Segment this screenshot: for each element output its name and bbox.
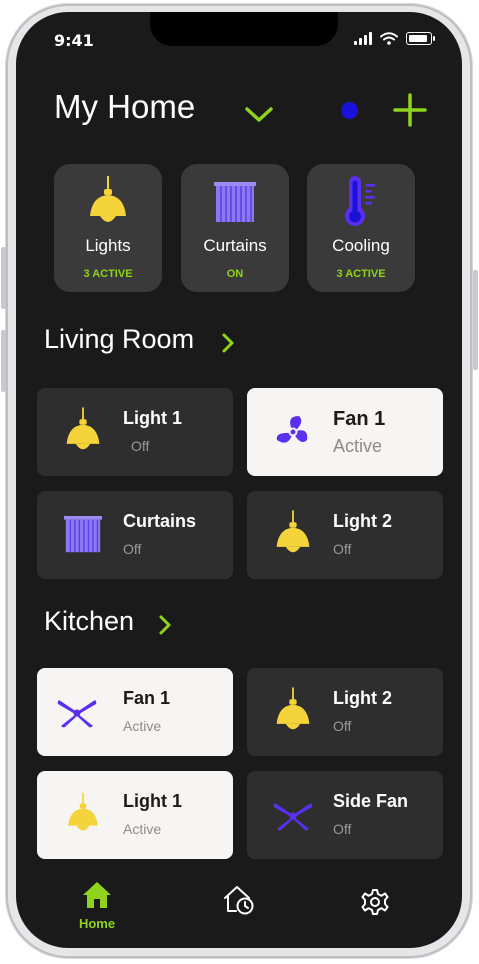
ceiling-fan-icon <box>57 700 97 728</box>
pendant-lamp-icon <box>68 792 98 831</box>
thermometer-icon <box>345 176 375 226</box>
category-status: ON <box>226 268 244 280</box>
category-name: Cooling <box>332 236 390 255</box>
volume-up-button <box>1 247 6 309</box>
section-title-living-room: Living Room <box>44 324 195 354</box>
device-status: Off <box>123 541 142 557</box>
signal-icon <box>354 32 372 45</box>
category-card-lights[interactable]: Lights 3 ACTIVE <box>54 164 162 292</box>
device-status: Active <box>333 436 383 456</box>
device-status: Off <box>131 438 150 454</box>
device-name: Curtains <box>123 511 197 531</box>
home-icon <box>83 882 111 908</box>
status-time: 9:41 <box>54 31 94 50</box>
home-clock-icon <box>224 886 254 915</box>
curtains-icon <box>64 516 102 553</box>
power-button <box>473 270 478 370</box>
device-name: Fan 1 <box>123 688 171 708</box>
category-name: Curtains <box>203 236 267 255</box>
tab-settings[interactable] <box>340 888 410 920</box>
pendant-lamp-icon <box>276 687 310 730</box>
section-title-kitchen: Kitchen <box>44 606 135 636</box>
tab-home[interactable]: Home <box>62 880 132 931</box>
device-tile-living-light-2[interactable]: Light 2 Off <box>247 491 443 579</box>
device-status: Off <box>333 821 352 837</box>
device-name: Light 1 <box>123 791 182 811</box>
device-tile-living-fan-1[interactable]: Fan 1 Active <box>247 388 443 476</box>
device-name: Light 2 <box>333 688 392 708</box>
device-status: Off <box>333 541 352 557</box>
notch <box>150 12 338 46</box>
device-tile-living-light-1[interactable]: Light 1 Off <box>37 388 233 476</box>
page-title: My Home <box>54 88 196 125</box>
device-name: Fan 1 <box>333 408 386 430</box>
chevron-right-icon[interactable] <box>158 614 172 636</box>
device-name: Light 2 <box>333 511 392 531</box>
category-name: Lights <box>85 236 131 255</box>
fan-icon <box>276 416 308 443</box>
device-tile-kitchen-light-1[interactable]: Light 1 Active <box>37 771 233 859</box>
device-name: Side Fan <box>333 791 409 811</box>
device-tile-kitchen-light-2[interactable]: Light 2 Off <box>247 668 443 756</box>
device-status: Active <box>123 718 162 734</box>
category-status: 3 ACTIVE <box>336 268 386 280</box>
category-card-curtains[interactable]: Curtains ON <box>181 164 289 292</box>
device-name: Light 1 <box>123 408 182 428</box>
chevron-down-icon[interactable] <box>244 106 274 124</box>
tab-bar: Home <box>16 880 462 948</box>
wifi-icon <box>380 32 398 45</box>
pendant-lamp-icon <box>276 510 310 553</box>
gear-icon <box>361 889 389 915</box>
status-dot <box>341 102 358 119</box>
device-tile-kitchen-side-fan[interactable]: Side Fan Off <box>247 771 443 859</box>
volume-down-button <box>1 330 6 392</box>
device-status: Off <box>333 718 352 734</box>
tab-label-home: Home <box>78 916 116 931</box>
status-icons <box>354 32 435 45</box>
category-status: 3 ACTIVE <box>83 268 133 280</box>
app-screen: 9:41 My Home Lights 3 ACTIVE Curtains ON… <box>16 12 462 948</box>
device-status: Active <box>123 821 162 837</box>
tab-schedule[interactable] <box>204 884 274 920</box>
curtains-icon <box>214 182 256 222</box>
pendant-lamp-icon <box>66 407 100 450</box>
battery-icon <box>406 32 435 45</box>
pendant-lamp-icon <box>90 176 126 222</box>
device-tile-kitchen-fan-1[interactable]: Fan 1 Active <box>37 668 233 756</box>
add-icon[interactable] <box>392 92 428 128</box>
category-card-cooling[interactable]: Cooling 3 ACTIVE <box>307 164 415 292</box>
device-tile-living-curtains[interactable]: Curtains Off <box>37 491 233 579</box>
ceiling-fan-icon <box>273 803 313 831</box>
chevron-right-icon[interactable] <box>221 332 235 354</box>
